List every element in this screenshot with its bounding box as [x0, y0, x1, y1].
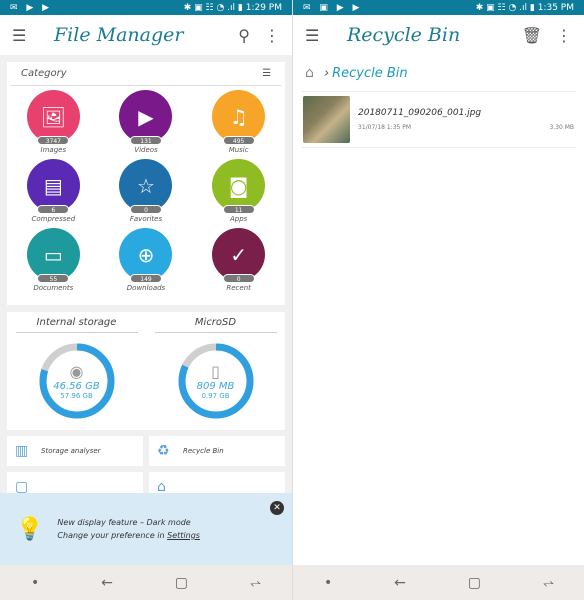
- menu-icon[interactable]: ☰: [305, 26, 335, 45]
- tool-label: Recycle Bin: [183, 447, 224, 455]
- file-row[interactable]: 20180711_090206_001.jpg 31/07/18 1:35 PM…: [301, 91, 576, 148]
- category-label: Music: [228, 146, 249, 154]
- category-label: Downloads: [126, 284, 166, 292]
- count-badge: 0: [129, 205, 162, 214]
- storage-device-icon: ◉: [69, 362, 84, 381]
- category-label: Images: [40, 146, 67, 154]
- notification-icons: ✉ ▶ ▶: [10, 2, 53, 13]
- category-downloads[interactable]: ⊕ 149 Downloads: [100, 228, 193, 297]
- home-icon[interactable]: ▢: [175, 575, 188, 591]
- category-documents[interactable]: ▭ 55 Documents: [7, 228, 100, 297]
- category-label: Recent: [226, 284, 251, 292]
- trash-icon[interactable]: 🗑: [522, 26, 542, 45]
- category-favorites[interactable]: ☆ 0 Favorites: [100, 159, 193, 228]
- category-label: Videos: [134, 146, 158, 154]
- storage-title: MicroSD: [154, 312, 277, 333]
- breadcrumb-current[interactable]: Recycle Bin: [332, 66, 408, 81]
- settings-link[interactable]: Settings: [167, 531, 200, 540]
- app-title: File Manager: [54, 24, 184, 46]
- count-badge: 55: [37, 274, 70, 283]
- file-name: 20180711_090206_001.jpg: [358, 108, 482, 118]
- internal-storage[interactable]: Internal storage ◉ 46.56 GB 57.96 GB: [7, 312, 146, 430]
- status-time: 1:29 PM: [245, 2, 282, 13]
- tool-item[interactable]: ♻ Recycle Bin: [149, 436, 285, 466]
- storage-device-icon: ▯: [211, 362, 220, 381]
- category-compressed[interactable]: ▤ 6 Compressed: [7, 159, 100, 228]
- system-icons: ✱ ▣ ☷ ◔ .ıl ▮: [183, 2, 243, 13]
- category-recent[interactable]: ✓ 0 Recent: [192, 228, 285, 297]
- recents-icon[interactable]: ⥋: [543, 575, 554, 591]
- tool-label: Storage analyser: [41, 447, 101, 455]
- list-view-icon[interactable]: ☰: [262, 68, 271, 79]
- back-icon[interactable]: ←: [394, 575, 406, 591]
- category-label: Favorites: [129, 215, 163, 223]
- category-label: Documents: [33, 284, 74, 292]
- banner-line2: Change your preference in: [57, 531, 168, 540]
- status-bar: ✉ ▶ ▶ ✱ ▣ ☷ ◔ .ıl ▮ 1:29 PM: [0, 0, 292, 15]
- category-videos[interactable]: ▶ 131 Videos: [100, 90, 193, 159]
- status-time: 1:35 PM: [537, 2, 574, 13]
- category-label: Apps: [229, 215, 248, 223]
- category-images[interactable]: 🖼 3747 Images: [7, 90, 100, 159]
- system-icons: ✱ ▣ ☷ ◔ .ıl ▮: [475, 2, 535, 13]
- category-music[interactable]: ♫ 495 Music: [192, 90, 285, 159]
- file-date: 31/07/18 1:35 PM: [358, 124, 412, 131]
- file-size: 3.30 MB: [549, 124, 574, 131]
- count-badge: 11: [222, 205, 255, 214]
- tool-icon: ♻: [157, 443, 170, 459]
- chevron-right-icon: ›: [323, 65, 330, 81]
- storage-used: 46.56 GB: [53, 381, 100, 392]
- storage-total: 0.97 GB: [201, 392, 230, 400]
- file-manager-screen: ✉ ▶ ▶ ✱ ▣ ☷ ◔ .ıl ▮ 1:29 PM ☰ File Manag…: [0, 0, 292, 600]
- navigation-bar: • ← ▢ ⥋: [0, 565, 292, 600]
- storage-ring: ▯ 809 MB 0.97 GB: [176, 341, 256, 421]
- banner-line1: New display feature – Dark mode: [57, 518, 191, 527]
- category-apps[interactable]: ◙ 11 Apps: [192, 159, 285, 228]
- navigation-bar: • ← ▢ ⥋: [293, 565, 584, 600]
- storage-used: 809 MB: [196, 381, 235, 392]
- search-icon[interactable]: ⚲: [238, 26, 250, 45]
- dark-mode-banner: 💡 New display feature – Dark mode Change…: [0, 493, 292, 565]
- category-card: Category ☰ 🖼 3747 Images ▶ 131 Videos ♫ 495 Music…: [7, 62, 285, 305]
- nav-dot-icon[interactable]: •: [324, 575, 332, 591]
- lightbulb-icon: 💡: [16, 516, 44, 542]
- category-title: Category: [21, 68, 67, 79]
- breadcrumb: ⌂ › Recycle Bin: [293, 55, 584, 91]
- count-badge: 6: [37, 205, 70, 214]
- category-grid: 🖼 3747 Images ▶ 131 Videos ♫ 495 Music ▤ 6 Compress…: [7, 86, 285, 305]
- file-thumbnail: [303, 96, 350, 143]
- category-label: Compressed: [31, 215, 76, 223]
- tool-item[interactable]: ▥ Storage analyser: [7, 436, 143, 466]
- count-badge: 3747: [37, 136, 70, 145]
- microsd-storage[interactable]: MicroSD ▯ 809 MB 0.97 GB: [146, 312, 285, 430]
- app-bar: ☰ Recycle Bin 🗑 ⋮: [293, 15, 584, 55]
- close-icon[interactable]: ✕: [270, 501, 284, 515]
- status-bar: ✉ ▣ ▶ ▶ ✱ ▣ ☷ ◔ .ıl ▮ 1:35 PM: [293, 0, 584, 15]
- home-icon[interactable]: ▢: [468, 575, 481, 591]
- storage-total: 57.96 GB: [60, 392, 93, 400]
- recycle-bin-screen: ✉ ▣ ▶ ▶ ✱ ▣ ☷ ◔ .ıl ▮ 1:35 PM ☰ Recycle …: [292, 0, 584, 600]
- storage-title: Internal storage: [15, 312, 138, 333]
- count-badge: 0: [222, 274, 255, 283]
- back-icon[interactable]: ←: [101, 575, 113, 591]
- count-badge: 495: [222, 136, 255, 145]
- nav-dot-icon[interactable]: •: [31, 575, 39, 591]
- count-badge: 131: [129, 136, 162, 145]
- app-title: Recycle Bin: [347, 24, 461, 46]
- menu-icon[interactable]: ☰: [12, 26, 42, 45]
- count-badge: 149: [129, 274, 162, 283]
- tool-icon: ▥: [15, 443, 29, 459]
- more-options-icon[interactable]: ⋮: [264, 26, 280, 45]
- app-bar: ☰ File Manager ⚲ ⋮: [0, 15, 292, 55]
- notification-icons: ✉ ▣ ▶ ▶: [303, 2, 363, 13]
- storage-ring: ◉ 46.56 GB 57.96 GB: [37, 341, 117, 421]
- recents-icon[interactable]: ⥋: [250, 575, 261, 591]
- home-icon[interactable]: ⌂: [305, 65, 314, 81]
- storage-card: Internal storage ◉ 46.56 GB 57.96 GB Micro…: [7, 312, 285, 430]
- more-options-icon[interactable]: ⋮: [556, 26, 572, 45]
